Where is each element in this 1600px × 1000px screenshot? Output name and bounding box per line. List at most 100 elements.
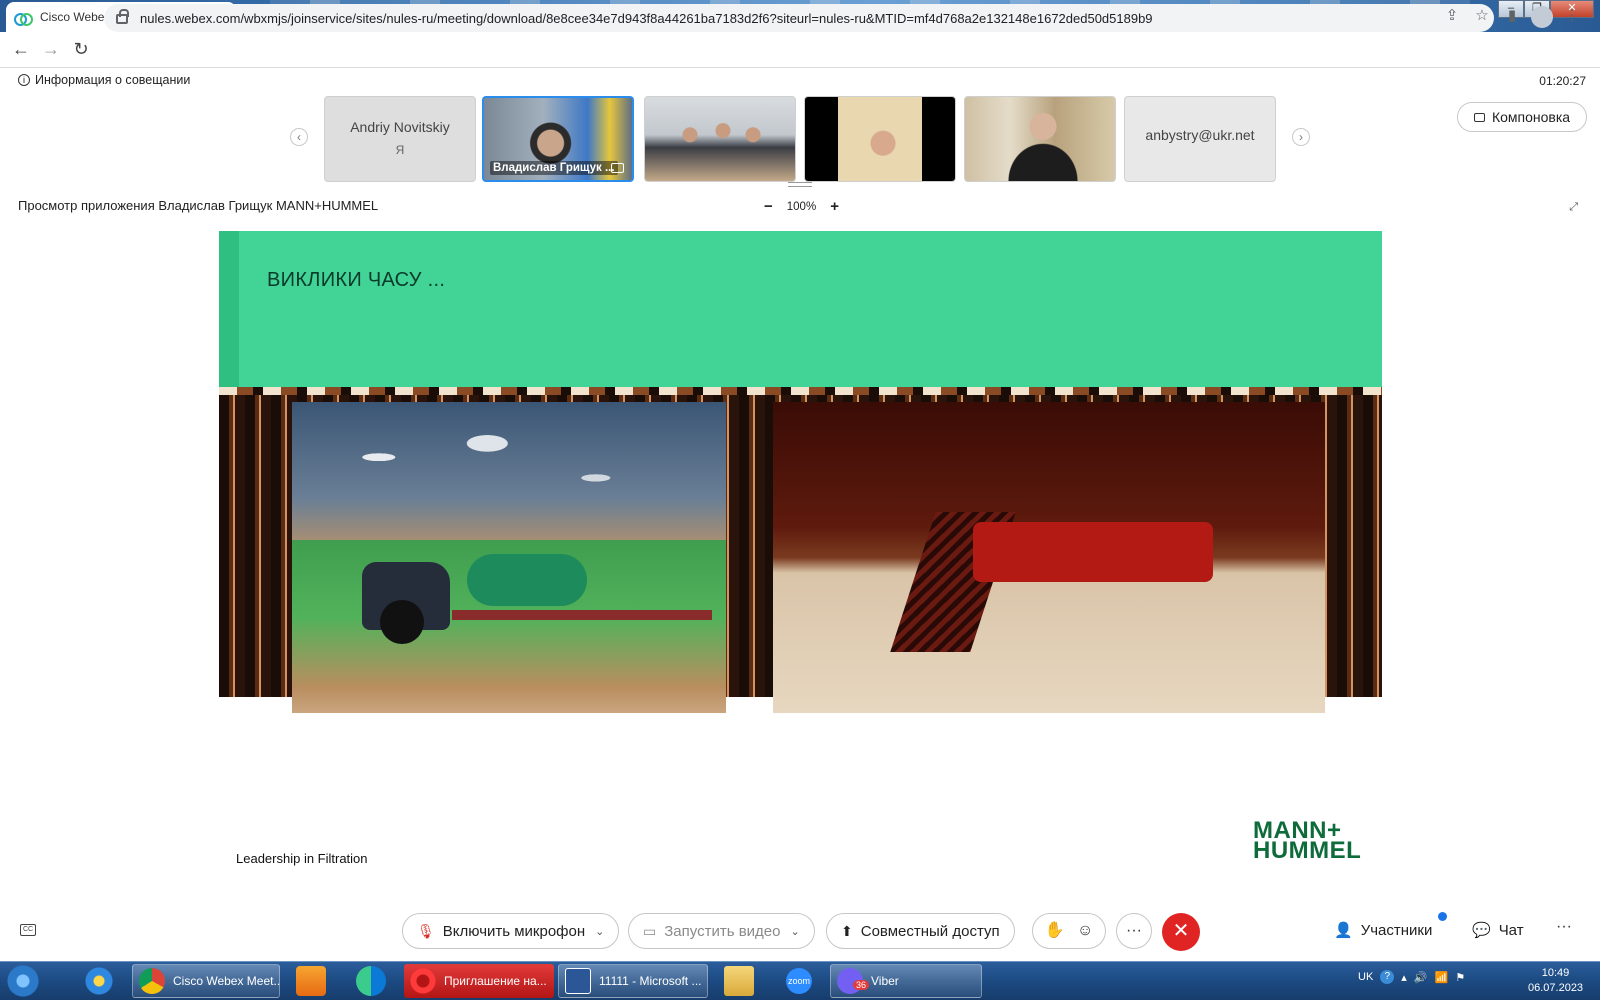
language-indicator[interactable]: UK (1358, 971, 1373, 983)
zoom-app-icon[interactable]: zoom (784, 964, 814, 998)
strip-next-icon[interactable]: › (1292, 128, 1310, 146)
closed-captions-icon[interactable]: CC (20, 924, 36, 936)
file-explorer-icon[interactable] (724, 966, 754, 996)
zoom-control: − 100% + (764, 198, 839, 215)
taskbar-viber[interactable]: Viber (830, 964, 982, 998)
clock-time: 10:49 (1541, 967, 1570, 979)
tractor-shape (362, 562, 450, 644)
url-text[interactable]: nules.webex.com/wbxmjs/joinservice/sites… (140, 11, 1482, 26)
share-screen-icon: ⬆ (841, 922, 853, 939)
mic-label: Включить микрофон (442, 922, 586, 940)
browser-toolbar: ← → ↻ (0, 32, 1600, 68)
opera-icon (410, 968, 436, 994)
video-button[interactable]: ▭ Запустить видео ⌄ (628, 913, 815, 949)
leave-meeting-button[interactable]: ✕ (1162, 913, 1200, 951)
reactions-group: ✋ ☺ (1032, 913, 1106, 949)
lock-icon[interactable] (116, 9, 129, 24)
chrome-icon (139, 968, 165, 994)
share-button[interactable]: ⬆ Совместный доступ (826, 913, 1015, 949)
reload-icon[interactable]: ↻ (66, 39, 96, 60)
zoom-in-button[interactable]: + (830, 198, 839, 215)
participant-tile-email[interactable]: anbystry@ukr.net (1124, 96, 1276, 182)
meeting-info[interactable]: i Информация о совещании (18, 73, 190, 87)
video-label: Запустить видео (664, 922, 781, 940)
share-label: Совместный доступ (860, 922, 1000, 940)
raise-hand-icon[interactable]: ✋ (1045, 922, 1065, 939)
participant-tile-video[interactable] (964, 96, 1116, 182)
zoom-value: 100% (786, 200, 817, 213)
layout-label: Компоновка (1491, 109, 1571, 125)
more-options-button[interactable]: ··· (1116, 913, 1152, 949)
participant-self-label: Я (395, 143, 405, 157)
photo-sky (292, 402, 726, 540)
photo-seeder (773, 402, 1325, 713)
chevron-down-icon[interactable]: ⌄ (595, 925, 604, 938)
browser-menu-icon[interactable]: ⋮ (1560, 6, 1584, 32)
tray-expand-icon[interactable]: ▴ (1401, 971, 1407, 984)
chevron-down-icon[interactable]: ⌄ (790, 925, 799, 938)
notification-dot (1438, 912, 1447, 921)
meeting-info-label: Информация о совещании (35, 73, 191, 87)
participant-tile-self[interactable]: Andriy Novitskiy Я (324, 96, 476, 182)
layout-icon (1473, 112, 1485, 122)
mic-button[interactable]: 🎙 Включить микрофон ⌄ (402, 913, 620, 949)
resize-handle[interactable] (788, 182, 812, 187)
edge-icon[interactable] (356, 966, 386, 996)
more-panels-icon[interactable]: ··· (1556, 918, 1572, 936)
strip-prev-icon[interactable]: ‹ (290, 128, 308, 146)
meeting-timer: 01:20:27 (1539, 74, 1586, 88)
webex-logo-icon (14, 9, 33, 26)
action-center-flag-icon[interactable]: ⚑ (1455, 971, 1465, 984)
windows-start-icon[interactable] (4, 964, 42, 998)
participants-label: Участники (1360, 921, 1433, 939)
system-tray: UK ? ▴ 🔊 📶 ⚑ (1358, 970, 1465, 984)
participant-tile-presenter[interactable]: Владислав Грищук ... (482, 96, 634, 182)
viber-badge: 36 (853, 980, 870, 990)
slide-footer-text: Leadership in Filtration (236, 851, 368, 866)
sprayer-boom-shape (452, 610, 712, 620)
shared-slide: ВИКЛИКИ ЧАСУ ... Leadership in Filtratio… (219, 231, 1382, 885)
zoom-icon: zoom (786, 968, 812, 994)
participants-icon: 👤 (1334, 922, 1353, 939)
taskbar-item-label: Приглашение на... (444, 974, 547, 988)
bookmark-star-icon[interactable]: ☆ (1470, 6, 1494, 32)
profile-avatar-icon[interactable] (1530, 6, 1554, 32)
ornament-pattern (219, 387, 1382, 395)
address-bar[interactable]: nules.webex.com/wbxmjs/joinservice/sites… (104, 4, 1494, 32)
sharing-icon (611, 163, 624, 173)
share-page-icon[interactable]: ⇪ (1440, 6, 1464, 32)
side-panel-icon[interactable]: ▮ (1500, 6, 1524, 32)
participant-tile-video-group[interactable] (644, 96, 796, 182)
reaction-emoji-icon[interactable]: ☺ (1077, 922, 1093, 939)
network-signal-icon[interactable]: 📶 (1435, 971, 1449, 984)
participants-button[interactable]: 👤 Участники (1334, 921, 1433, 940)
taskbar-item-label: 11111 - Microsoft ... (599, 974, 702, 988)
help-icon[interactable]: ? (1380, 970, 1395, 984)
sprayer-tank-shape (467, 554, 587, 606)
taskbar-opera[interactable]: Приглашение на... (404, 964, 554, 998)
internet-explorer-icon[interactable] (84, 966, 114, 996)
taskbar-clock[interactable]: 10:49 06.07.2023 (1528, 966, 1583, 996)
back-icon[interactable]: ← (6, 39, 36, 60)
participant-name: anbystry@ukr.net (1145, 127, 1255, 143)
media-player-icon[interactable] (296, 966, 326, 996)
taskbar-word[interactable]: 11111 - Microsoft ... (558, 964, 708, 998)
chat-button[interactable]: 💬 Чат (1472, 921, 1524, 940)
expand-icon[interactable]: ⤢ (1569, 201, 1578, 214)
layout-button[interactable]: Компоновка (1457, 102, 1587, 132)
toolbar-actions: ⇪ ☆ ▮ ⋮ (1440, 6, 1584, 32)
photo-sprayer-tractor (292, 402, 726, 713)
participant-tile-video[interactable] (804, 96, 956, 182)
logo-line-2: HUMMEL (1253, 837, 1362, 864)
chat-bubble-icon: 💬 (1472, 922, 1491, 939)
clock-date: 06.07.2023 (1528, 982, 1584, 994)
zoom-out-button[interactable]: − (764, 198, 773, 215)
forward-icon[interactable]: → (36, 39, 66, 60)
volume-icon[interactable]: 🔊 (1414, 971, 1428, 984)
info-icon: i (18, 74, 30, 86)
taskbar-chrome-webex[interactable]: Cisco Webex Meet... (132, 964, 280, 998)
slide-accent-bar (219, 231, 239, 387)
taskbar-item-label: Cisco Webex Meet... (173, 974, 280, 988)
mann-hummel-logo: MANN+ HUMMEL (1253, 819, 1362, 864)
mic-muted-icon: 🎙 (417, 922, 435, 939)
